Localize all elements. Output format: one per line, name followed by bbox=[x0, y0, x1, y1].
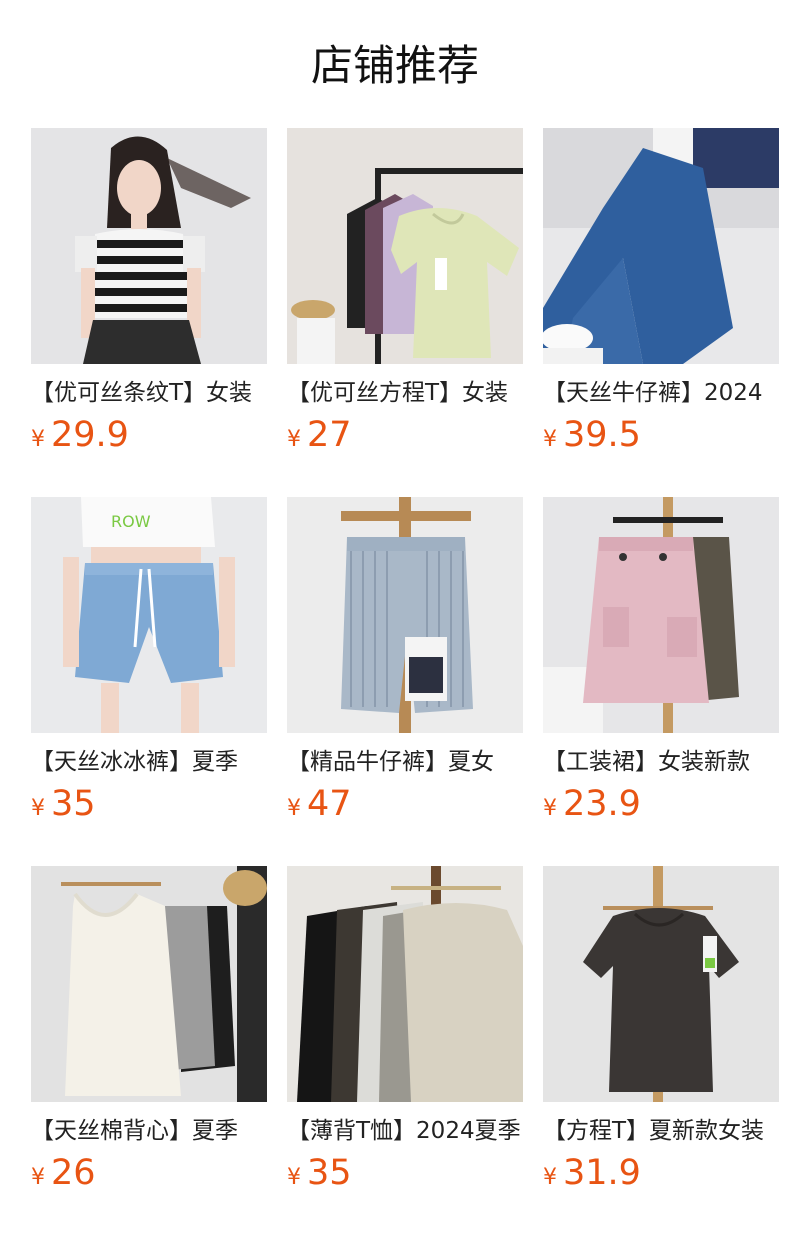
product-card[interactable]: 【天丝棉背心】夏季 ¥26 bbox=[31, 866, 267, 1196]
product-price: ¥35 bbox=[31, 784, 96, 824]
product-price: ¥31.9 bbox=[543, 1153, 641, 1193]
price-value: 27 bbox=[307, 415, 352, 455]
product-image[interactable] bbox=[287, 497, 523, 733]
price-value: 23.9 bbox=[563, 784, 641, 824]
product-name[interactable]: 【天丝牛仔裤】2024 bbox=[543, 378, 779, 408]
product-image[interactable] bbox=[287, 128, 523, 364]
product-price: ¥23.9 bbox=[543, 784, 641, 824]
product-name[interactable]: 【工装裙】女装新款 bbox=[543, 747, 779, 777]
product-card[interactable]: 【薄背T恤】2024夏季 ¥35 bbox=[287, 866, 523, 1196]
price-value: 47 bbox=[307, 784, 352, 824]
product-card[interactable]: 【天丝牛仔裤】2024 ¥39.5 bbox=[543, 128, 779, 458]
product-card[interactable]: ROW 【天丝冰冰裤】夏季 ¥35 bbox=[31, 497, 267, 827]
product-card[interactable]: 【工装裙】女装新款 ¥23.9 bbox=[543, 497, 779, 827]
product-name[interactable]: 【方程T】夏新款女装 bbox=[543, 1116, 779, 1146]
product-name[interactable]: 【天丝冰冰裤】夏季 bbox=[31, 747, 267, 777]
product-name[interactable]: 【薄背T恤】2024夏季 bbox=[287, 1116, 523, 1146]
currency-symbol: ¥ bbox=[31, 1165, 45, 1190]
currency-symbol: ¥ bbox=[543, 796, 557, 821]
product-price: ¥27 bbox=[287, 415, 352, 455]
currency-symbol: ¥ bbox=[31, 427, 45, 452]
product-image[interactable] bbox=[543, 128, 779, 364]
product-price: ¥35 bbox=[287, 1153, 352, 1193]
product-name[interactable]: 【精品牛仔裤】夏女 bbox=[287, 747, 523, 777]
product-name[interactable]: 【优可丝条纹T】女装 bbox=[31, 378, 267, 408]
product-image[interactable] bbox=[543, 497, 779, 733]
product-price: ¥29.9 bbox=[31, 415, 129, 455]
currency-symbol: ¥ bbox=[543, 1165, 557, 1190]
price-value: 35 bbox=[51, 784, 96, 824]
product-image[interactable] bbox=[287, 866, 523, 1102]
product-price: ¥39.5 bbox=[543, 415, 641, 455]
page-title: 店铺推荐 bbox=[310, 41, 479, 90]
svg-text:ROW: ROW bbox=[111, 512, 151, 531]
product-card[interactable]: 【优可丝方程T】女装 ¥27 bbox=[287, 128, 523, 458]
product-card[interactable]: 【精品牛仔裤】夏女 ¥47 bbox=[287, 497, 523, 827]
price-value: 26 bbox=[51, 1153, 96, 1193]
price-value: 29.9 bbox=[51, 415, 129, 455]
price-value: 35 bbox=[307, 1153, 352, 1193]
product-image[interactable] bbox=[543, 866, 779, 1102]
product-name[interactable]: 【天丝棉背心】夏季 bbox=[31, 1116, 267, 1146]
product-image[interactable] bbox=[31, 128, 267, 364]
currency-symbol: ¥ bbox=[287, 1165, 301, 1190]
currency-symbol: ¥ bbox=[287, 427, 301, 452]
product-price: ¥47 bbox=[287, 784, 352, 824]
price-value: 39.5 bbox=[563, 415, 641, 455]
currency-symbol: ¥ bbox=[543, 427, 557, 452]
product-card[interactable]: 【方程T】夏新款女装 ¥31.9 bbox=[543, 866, 779, 1196]
currency-symbol: ¥ bbox=[287, 796, 301, 821]
product-image[interactable]: ROW bbox=[31, 497, 267, 733]
product-image[interactable] bbox=[31, 866, 267, 1102]
price-value: 31.9 bbox=[563, 1153, 641, 1193]
product-name[interactable]: 【优可丝方程T】女装 bbox=[287, 378, 523, 408]
currency-symbol: ¥ bbox=[31, 796, 45, 821]
product-card[interactable]: 【优可丝条纹T】女装 ¥29.9 bbox=[31, 128, 267, 458]
product-price: ¥26 bbox=[31, 1153, 96, 1193]
